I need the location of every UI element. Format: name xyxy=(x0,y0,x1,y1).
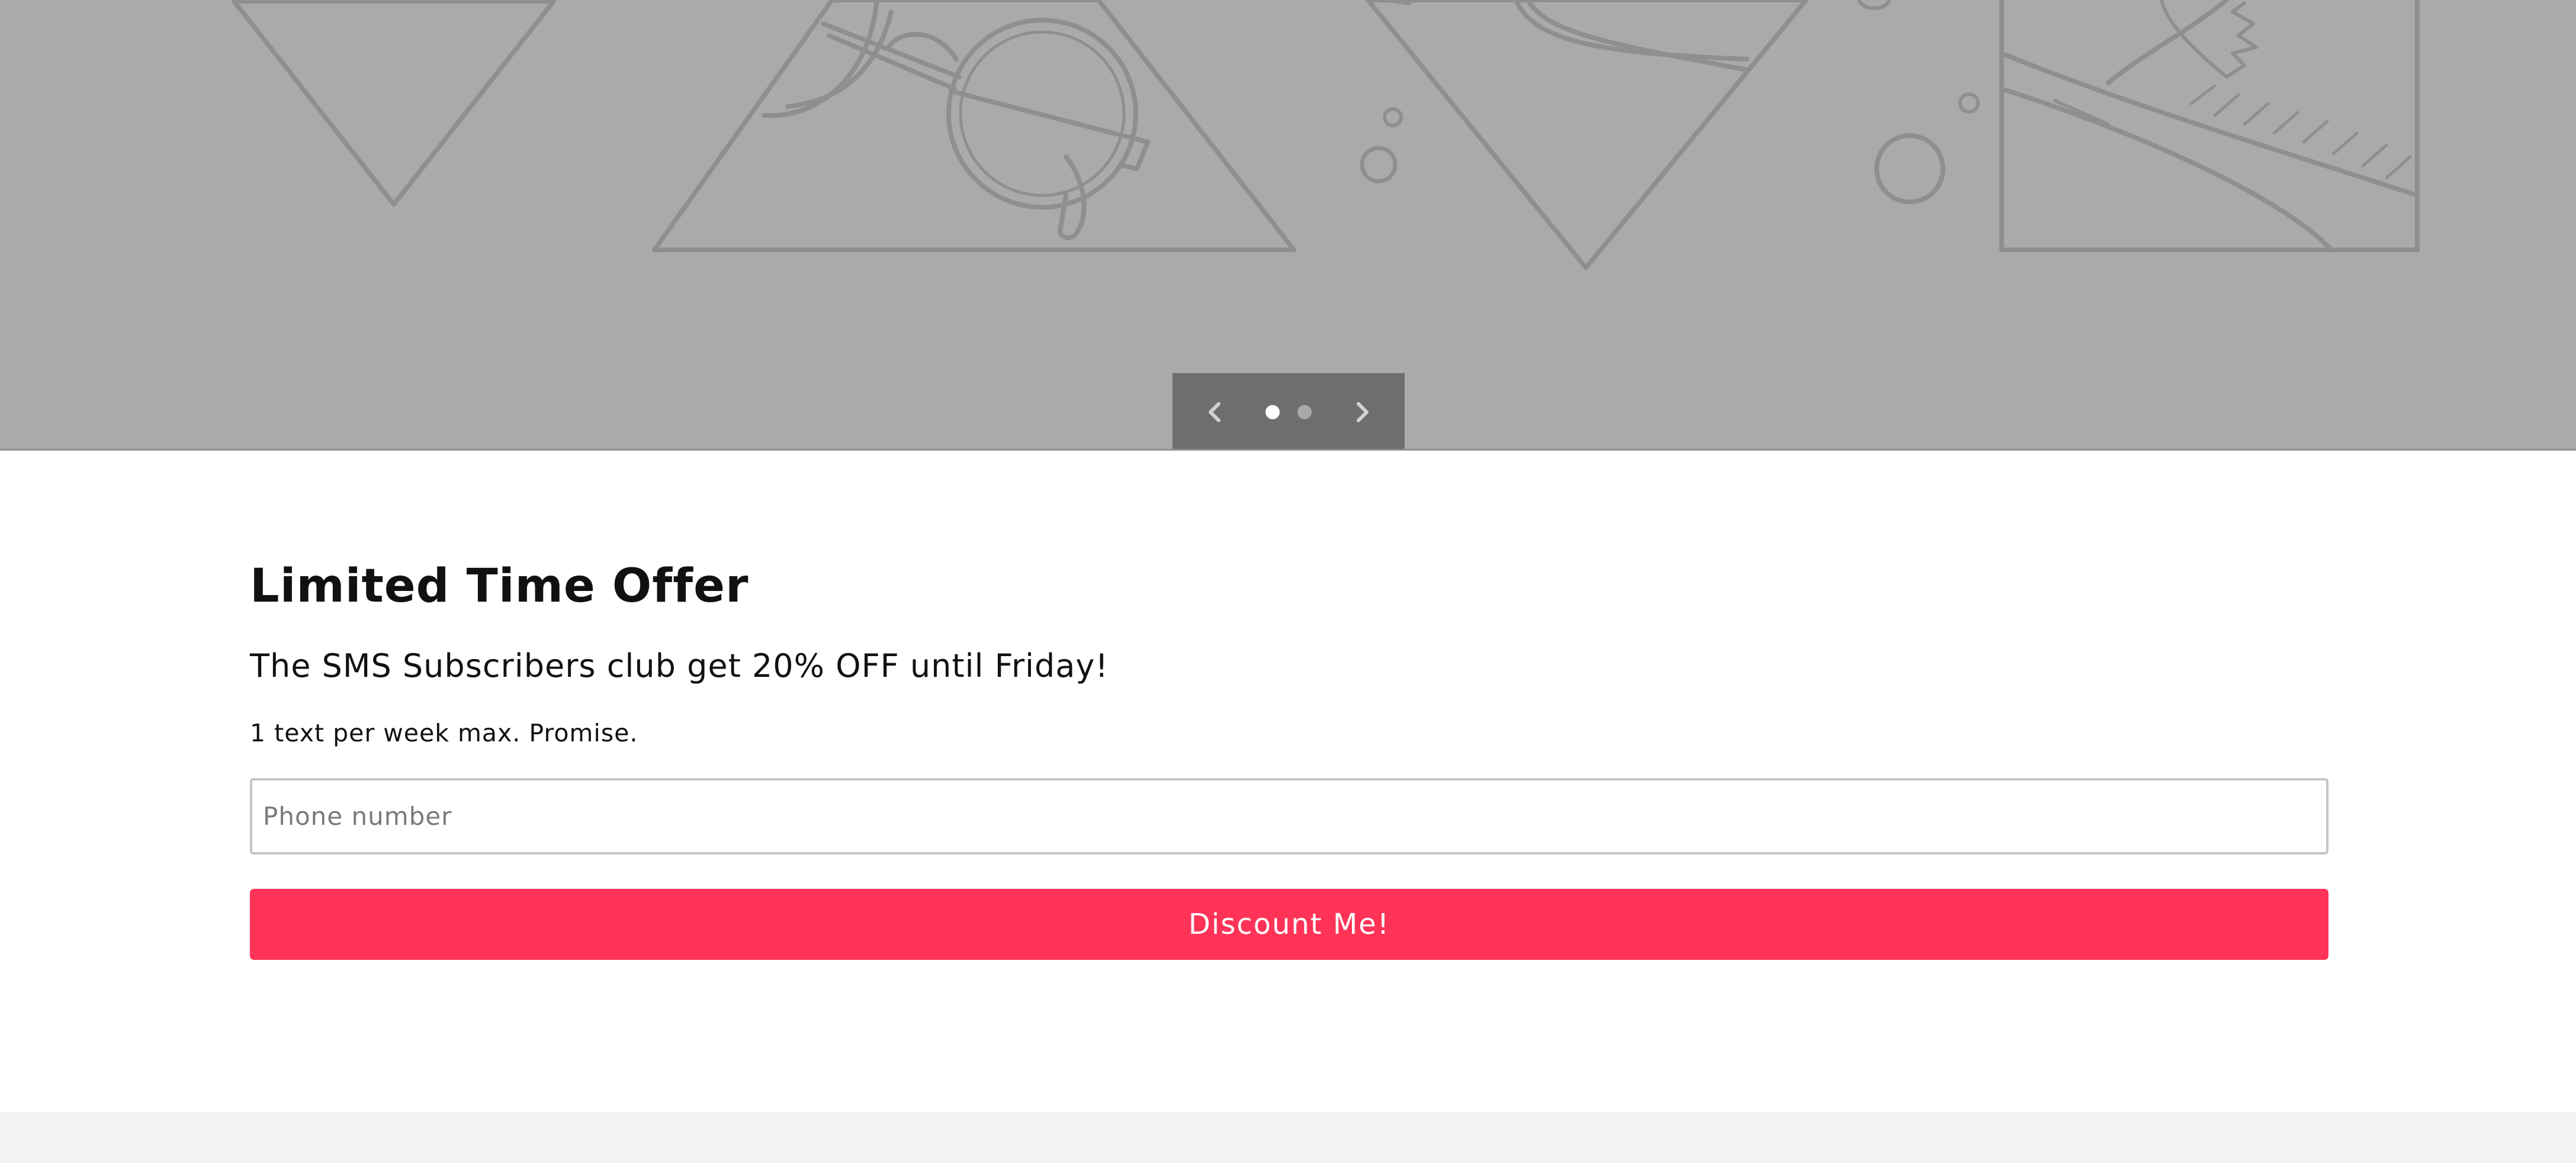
slideshow-controls xyxy=(1173,373,1405,449)
slide-dot-2[interactable] xyxy=(1297,404,1312,419)
chevron-right-icon xyxy=(1357,401,1369,422)
footer-band xyxy=(0,1112,2576,1163)
chevron-left-icon xyxy=(1209,401,1220,422)
glasses-drawing xyxy=(762,1,1150,240)
quill-drawing xyxy=(1999,0,2420,251)
hero-slideshow xyxy=(0,0,2576,451)
page: Limited Time Offer The SMS Subscribers c… xyxy=(0,0,2576,1163)
next-slide-button[interactable] xyxy=(1343,393,1381,431)
discount-me-button[interactable]: Discount Me! xyxy=(250,889,2328,960)
sms-signup-section: Limited Time Offer The SMS Subscribers c… xyxy=(250,557,2328,960)
inverted-triangle-shape-2 xyxy=(1366,0,1809,270)
slide-indicators xyxy=(1265,404,1312,419)
phone-number-input[interactable] xyxy=(250,778,2328,854)
square-frame-shape xyxy=(1999,0,2420,252)
previous-slide-button[interactable] xyxy=(1196,393,1234,431)
offer-title: Limited Time Offer xyxy=(250,560,749,613)
offer-subtitle: The SMS Subscribers club get 20% OFF unt… xyxy=(250,647,1109,685)
inverted-triangle-shape xyxy=(232,0,556,207)
triangle-shape xyxy=(652,0,1296,252)
slide-dot-1[interactable] xyxy=(1265,404,1280,419)
offer-note: 1 text per week max. Promise. xyxy=(250,719,638,747)
